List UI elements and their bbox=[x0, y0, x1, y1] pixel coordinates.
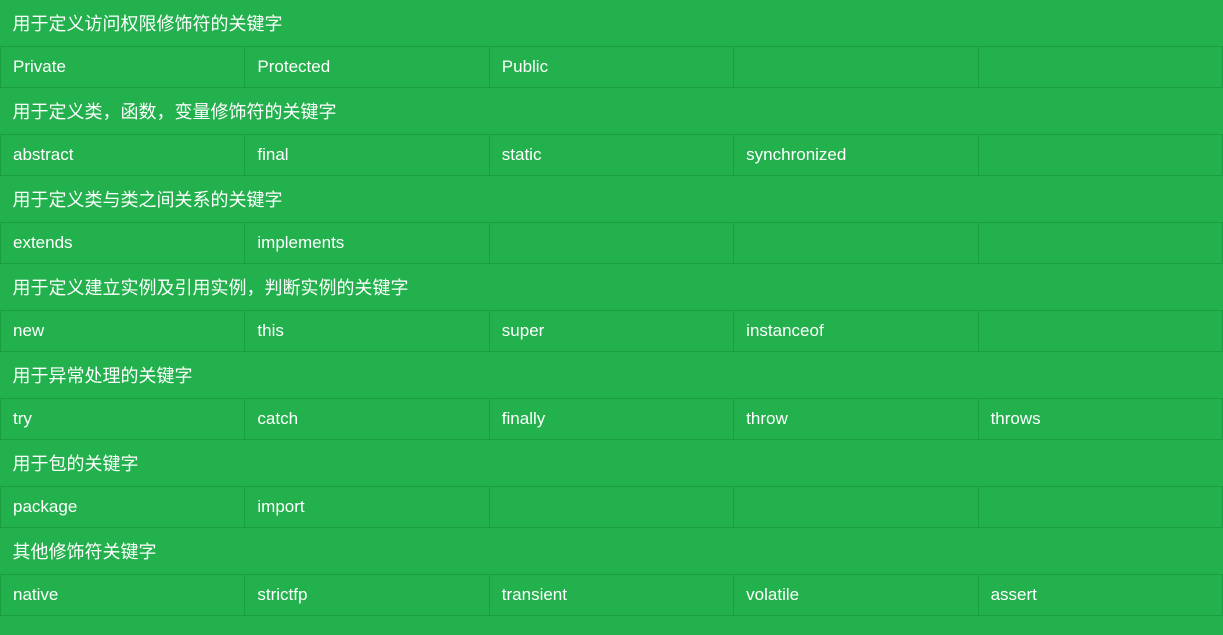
table-cell: Protected bbox=[245, 47, 489, 88]
section-header: 用于定义类与类之间关系的关键字 bbox=[1, 176, 1223, 223]
section-header: 用于定义建立实例及引用实例，判断实例的关键字 bbox=[1, 264, 1223, 311]
table-cell: assert bbox=[978, 575, 1222, 616]
keywords-table: 用于定义访问权限修饰符的关键字PrivateProtectedPublic用于定… bbox=[0, 0, 1223, 616]
table-cell: new bbox=[1, 311, 245, 352]
table-cell bbox=[978, 47, 1222, 88]
table-cell bbox=[978, 487, 1222, 528]
table-cell: import bbox=[245, 487, 489, 528]
table-cell: synchronized bbox=[734, 135, 978, 176]
data-row: PrivateProtectedPublic bbox=[1, 47, 1223, 88]
section-header-row: 用于定义访问权限修饰符的关键字 bbox=[1, 0, 1223, 47]
section-header-row: 用于定义建立实例及引用实例，判断实例的关键字 bbox=[1, 264, 1223, 311]
table-cell: native bbox=[1, 575, 245, 616]
section-header: 用于包的关键字 bbox=[1, 440, 1223, 487]
table-cell: try bbox=[1, 399, 245, 440]
table-cell bbox=[734, 47, 978, 88]
table-cell: finally bbox=[489, 399, 733, 440]
table-cell: instanceof bbox=[734, 311, 978, 352]
table-cell bbox=[978, 311, 1222, 352]
table-cell bbox=[489, 223, 733, 264]
section-header-row: 其他修饰符关键字 bbox=[1, 528, 1223, 575]
table-cell bbox=[734, 487, 978, 528]
table-cell: final bbox=[245, 135, 489, 176]
table-cell: static bbox=[489, 135, 733, 176]
page-container: 用于定义访问权限修饰符的关键字PrivateProtectedPublic用于定… bbox=[0, 0, 1223, 616]
table-cell: abstract bbox=[1, 135, 245, 176]
section-header-row: 用于包的关键字 bbox=[1, 440, 1223, 487]
table-cell: throws bbox=[978, 399, 1222, 440]
section-header-row: 用于定义类，函数，变量修饰符的关键字 bbox=[1, 88, 1223, 135]
section-header: 用于定义类，函数，变量修饰符的关键字 bbox=[1, 88, 1223, 135]
table-cell bbox=[489, 487, 733, 528]
table-cell: throw bbox=[734, 399, 978, 440]
table-cell: volatile bbox=[734, 575, 978, 616]
section-header-row: 用于异常处理的关键字 bbox=[1, 352, 1223, 399]
table-cell: catch bbox=[245, 399, 489, 440]
section-header: 其他修饰符关键字 bbox=[1, 528, 1223, 575]
table-cell: implements bbox=[245, 223, 489, 264]
table-cell bbox=[978, 223, 1222, 264]
data-row: packageimport bbox=[1, 487, 1223, 528]
data-row: trycatchfinallythrowthrows bbox=[1, 399, 1223, 440]
table-cell: extends bbox=[1, 223, 245, 264]
section-header-row: 用于定义类与类之间关系的关键字 bbox=[1, 176, 1223, 223]
table-cell: transient bbox=[489, 575, 733, 616]
table-cell: Private bbox=[1, 47, 245, 88]
data-row: extendsimplements bbox=[1, 223, 1223, 264]
table-cell bbox=[734, 223, 978, 264]
table-cell bbox=[978, 135, 1222, 176]
section-header: 用于异常处理的关键字 bbox=[1, 352, 1223, 399]
table-cell: package bbox=[1, 487, 245, 528]
section-header: 用于定义访问权限修饰符的关键字 bbox=[1, 0, 1223, 47]
table-cell: Public bbox=[489, 47, 733, 88]
data-row: nativestrictfptransientvolatileassert bbox=[1, 575, 1223, 616]
table-cell: strictfp bbox=[245, 575, 489, 616]
table-cell: super bbox=[489, 311, 733, 352]
data-row: abstractfinalstaticsynchronized bbox=[1, 135, 1223, 176]
table-cell: this bbox=[245, 311, 489, 352]
data-row: newthissuperinstanceof bbox=[1, 311, 1223, 352]
